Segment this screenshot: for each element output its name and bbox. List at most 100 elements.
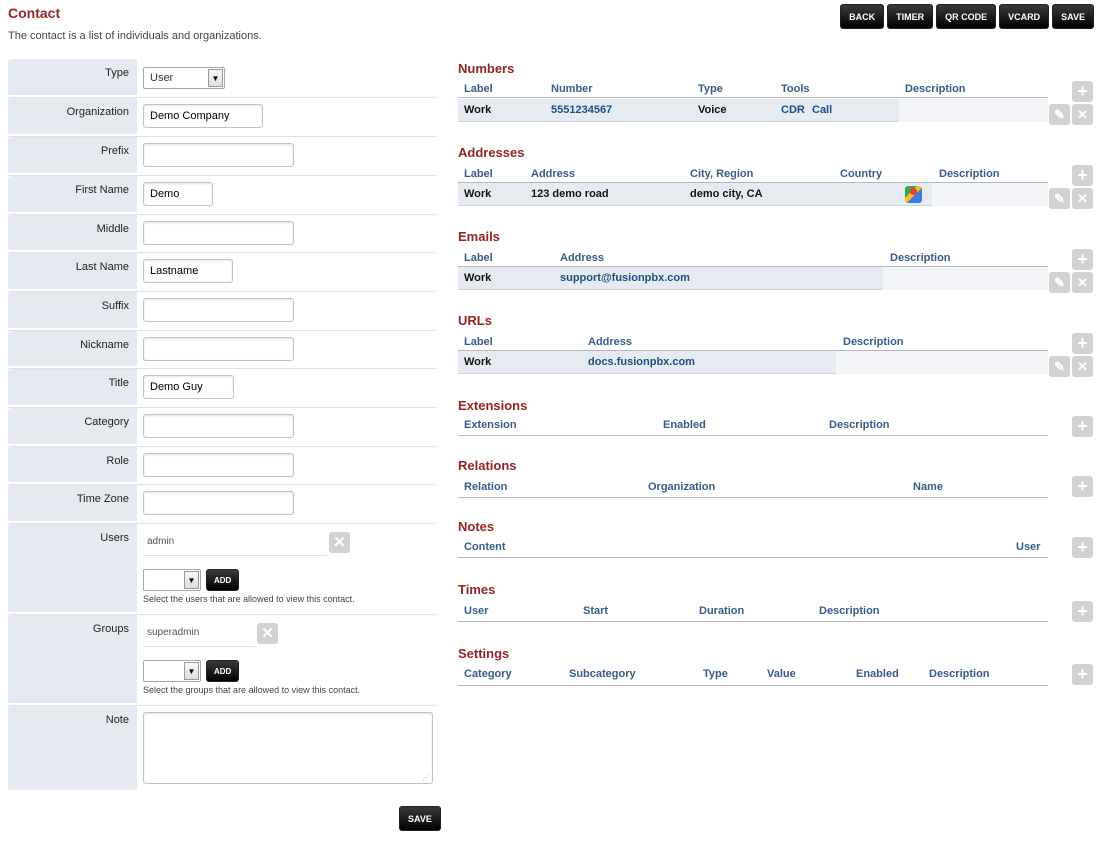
- add-number-plus-icon[interactable]: +: [1072, 81, 1093, 102]
- delete-url-x-icon[interactable]: ✕: [1072, 356, 1093, 377]
- time-zone-input[interactable]: [143, 491, 294, 515]
- emails-row[interactable]: Work support@fusionpbx.com: [458, 267, 1048, 290]
- call-link[interactable]: Call: [812, 104, 832, 116]
- remove-user-x-icon[interactable]: ✕: [329, 531, 350, 553]
- email-label: Work: [464, 272, 492, 284]
- bottom-save-button[interactable]: SAVE: [399, 806, 441, 831]
- category-label: Category: [8, 408, 137, 446]
- prefix-input[interactable]: [143, 143, 294, 167]
- extensions-header: Extension Enabled Description: [458, 418, 1048, 436]
- addresses-row[interactable]: Work 123 demo road demo city, CA: [458, 183, 1048, 206]
- settings-col-value: Value: [767, 668, 796, 680]
- urls-col-label: Label: [464, 336, 493, 348]
- note-textarea[interactable]: ⋰: [143, 712, 433, 784]
- role-label: Role: [8, 447, 137, 484]
- number-value[interactable]: 5551234567: [551, 104, 612, 116]
- numbers-header: Label Number Type Tools Description: [458, 82, 1048, 98]
- relations-col-organization: Organization: [648, 481, 716, 493]
- address-label: Work: [464, 188, 492, 200]
- number-label: Work: [464, 104, 492, 116]
- add-extension-plus-icon[interactable]: +: [1072, 416, 1093, 437]
- addresses-header: Label Address City, Region Country Descr…: [458, 167, 1048, 183]
- edit-url-pencil-icon[interactable]: ✎: [1049, 356, 1070, 377]
- times-col-user: User: [464, 605, 489, 617]
- addresses-col-address: Address: [531, 168, 576, 180]
- resize-grip-icon[interactable]: ⋰: [422, 773, 430, 782]
- address-description: [932, 183, 1048, 206]
- notes-header: Content User: [458, 540, 1048, 558]
- groups-select[interactable]: ▼: [143, 660, 201, 682]
- settings-header: Category Subcategory Type Value Enabled …: [458, 667, 1048, 686]
- email-description: [883, 267, 1048, 290]
- nickname-label: Nickname: [8, 331, 137, 368]
- times-section: Times User Start Duration Description +: [458, 582, 1094, 622]
- numbers-col-description: Description: [905, 83, 966, 95]
- number-type: Voice: [698, 104, 727, 116]
- add-time-plus-icon[interactable]: +: [1072, 601, 1093, 622]
- role-input[interactable]: [143, 453, 294, 477]
- title-input[interactable]: [143, 375, 234, 399]
- urls-row[interactable]: Work docs.fusionpbx.com: [458, 351, 1048, 374]
- extensions-col-extension: Extension: [464, 419, 517, 431]
- remove-group-x-icon[interactable]: ✕: [257, 622, 278, 644]
- category-input[interactable]: [143, 414, 294, 438]
- numbers-col-number: Number: [551, 83, 593, 95]
- edit-address-pencil-icon[interactable]: ✎: [1049, 188, 1070, 209]
- type-select[interactable]: User ▼: [143, 67, 225, 89]
- urls-title: URLs: [458, 313, 492, 328]
- url-description: [836, 351, 1048, 374]
- organization-input[interactable]: [143, 104, 263, 128]
- add-address-plus-icon[interactable]: +: [1072, 165, 1093, 186]
- type-label: Type: [8, 59, 137, 97]
- number-description: [899, 99, 1048, 122]
- save-button[interactable]: SAVE: [1052, 4, 1094, 29]
- email-address[interactable]: support@fusionpbx.com: [560, 272, 690, 284]
- back-button[interactable]: BACK: [840, 4, 885, 29]
- add-setting-plus-icon[interactable]: +: [1072, 664, 1093, 685]
- times-header: User Start Duration Description: [458, 604, 1048, 622]
- add-note-plus-icon[interactable]: +: [1072, 537, 1093, 558]
- add-email-plus-icon[interactable]: +: [1072, 249, 1093, 270]
- edit-email-pencil-icon[interactable]: ✎: [1049, 272, 1070, 293]
- add-user-button[interactable]: ADD: [206, 569, 240, 591]
- addresses-col-country: Country: [840, 168, 883, 180]
- last-name-input[interactable]: [143, 259, 233, 283]
- edit-number-pencil-icon[interactable]: ✎: [1049, 104, 1070, 125]
- google-maps-icon[interactable]: [905, 186, 922, 203]
- add-url-plus-icon[interactable]: +: [1072, 333, 1093, 354]
- extensions-col-enabled: Enabled: [663, 419, 706, 431]
- addresses-row-actions: ✎ ✕: [1049, 188, 1093, 209]
- urls-col-description: Description: [843, 336, 904, 348]
- numbers-row[interactable]: Work 5551234567 Voice CDR Call: [458, 99, 1048, 122]
- emails-col-address: Address: [560, 252, 605, 264]
- organization-label: Organization: [8, 98, 137, 136]
- first-name-input[interactable]: [143, 182, 213, 206]
- suffix-label: Suffix: [8, 292, 137, 330]
- suffix-input[interactable]: [143, 298, 294, 322]
- settings-section: Settings Category Subcategory Type Value…: [458, 646, 1094, 686]
- address-street: 123 demo road: [531, 188, 609, 200]
- users-hint: Select the users that are allowed to vie…: [143, 594, 355, 604]
- first-name-label: First Name: [8, 176, 137, 214]
- addresses-col-city-region: City, Region: [690, 168, 754, 180]
- delete-number-x-icon[interactable]: ✕: [1072, 104, 1093, 125]
- delete-address-x-icon[interactable]: ✕: [1072, 188, 1093, 209]
- vcard-button[interactable]: VCARD: [999, 4, 1050, 29]
- relations-title: Relations: [458, 458, 517, 473]
- middle-input[interactable]: [143, 221, 294, 245]
- qr-code-button[interactable]: QR CODE: [936, 4, 997, 29]
- nickname-input[interactable]: [143, 337, 294, 361]
- chevron-down-icon: ▼: [208, 69, 223, 87]
- users-select[interactable]: ▼: [143, 569, 201, 591]
- emails-row-actions: ✎ ✕: [1049, 272, 1093, 293]
- toolbar: BACK TIMER QR CODE VCARD SAVE: [840, 4, 1094, 29]
- timer-button[interactable]: TIMER: [887, 4, 934, 29]
- settings-col-type: Type: [703, 668, 728, 680]
- add-group-button[interactable]: ADD: [206, 660, 240, 682]
- chevron-down-icon: ▼: [184, 662, 199, 680]
- cdr-link[interactable]: CDR: [781, 104, 805, 116]
- numbers-title: Numbers: [458, 61, 515, 76]
- delete-email-x-icon[interactable]: ✕: [1072, 272, 1093, 293]
- add-relation-plus-icon[interactable]: +: [1072, 476, 1093, 497]
- url-address[interactable]: docs.fusionpbx.com: [588, 356, 695, 368]
